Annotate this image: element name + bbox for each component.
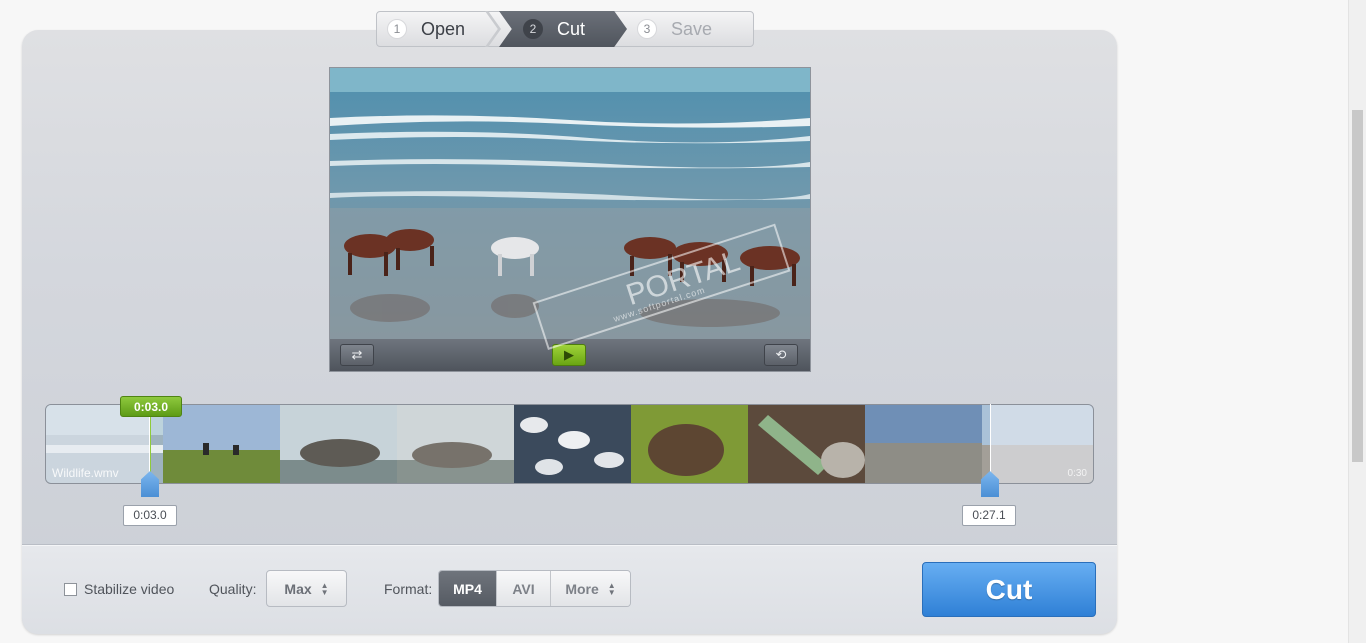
cut-button[interactable]: Cut xyxy=(922,562,1096,617)
step-cut[interactable]: 2 Cut xyxy=(499,12,615,46)
stabilize-label: Stabilize video xyxy=(84,581,175,597)
timeline-thumbnail xyxy=(163,405,280,483)
up-down-arrows-icon: ▲ ▼ xyxy=(607,580,616,597)
format-mp4[interactable]: MP4 xyxy=(439,571,497,606)
timeline-thumbnail xyxy=(748,405,865,483)
quality-value: Max xyxy=(284,580,312,597)
playhead-time[interactable]: 0:03.0 xyxy=(120,396,182,417)
step-save[interactable]: 3 Save xyxy=(637,12,712,46)
reset-icon: ⟲ xyxy=(775,347,787,362)
quality-label: Quality: xyxy=(209,581,257,597)
format-selector: MP4 AVI More ▲ ▼ xyxy=(438,570,631,607)
timeline-thumbnail xyxy=(865,405,982,483)
step-label: Save xyxy=(671,18,713,39)
page-scrollbar[interactable] xyxy=(1348,0,1366,643)
step-wizard: 1 Open 2 Cut 3 Save xyxy=(376,11,754,47)
timeline-strip[interactable]: Wildlife.wmv 0:30 xyxy=(45,404,1094,484)
reset-button[interactable]: ⟲ xyxy=(764,344,798,366)
player-controls: ⇄ ▶ ⟲ xyxy=(330,339,810,371)
up-down-arrows-icon: ▲ ▼ xyxy=(320,580,329,597)
end-marker-line xyxy=(990,404,991,474)
end-time-field[interactable]: 0:27.1 xyxy=(962,505,1016,526)
timeline-thumbnail xyxy=(280,405,397,483)
format-avi[interactable]: AVI xyxy=(497,571,551,606)
step-label: Cut xyxy=(557,18,586,39)
step-label: Open xyxy=(421,18,466,39)
step-open[interactable]: 1 Open xyxy=(387,12,465,46)
checkbox-box[interactable] xyxy=(64,582,77,596)
timeline-filename: Wildlife.wmv xyxy=(52,466,119,480)
step-number: 2 xyxy=(523,19,543,39)
quality-select[interactable]: Max ▲ ▼ xyxy=(266,570,347,607)
timeline-thumbnail xyxy=(631,405,748,483)
settings-icon: ⇄ xyxy=(351,347,363,362)
timeline-thumbnail xyxy=(514,405,631,483)
format-more[interactable]: More ▲ ▼ xyxy=(551,571,630,606)
timeline-end-label: 0:30 xyxy=(1067,468,1087,479)
step-number: 3 xyxy=(637,19,657,39)
start-time-field[interactable]: 0:03.0 xyxy=(123,505,177,526)
format-label: Format: xyxy=(384,581,433,597)
crop-rotate-button[interactable]: ⇄ xyxy=(340,344,374,366)
step-number: 1 xyxy=(387,19,407,39)
scrollbar-thumb[interactable] xyxy=(1352,110,1363,462)
play-icon: ▶ xyxy=(564,347,574,362)
start-trim-handle[interactable] xyxy=(141,471,159,497)
play-button[interactable]: ▶ xyxy=(552,344,586,366)
timeline-thumbnail xyxy=(397,405,514,483)
stabilize-video-checkbox[interactable]: Stabilize video xyxy=(64,581,174,597)
end-trim-handle[interactable] xyxy=(981,471,999,497)
format-more-label: More xyxy=(565,580,599,597)
